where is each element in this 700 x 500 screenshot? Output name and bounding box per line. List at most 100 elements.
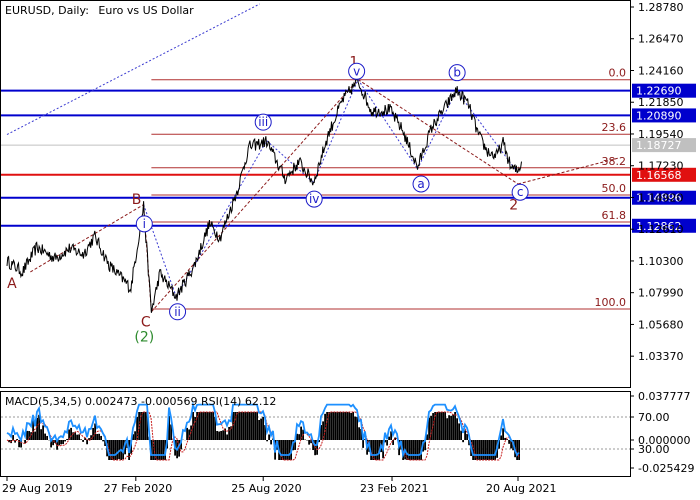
macd-bar <box>456 418 458 440</box>
macd-bar <box>242 412 244 440</box>
macd-bar <box>244 412 246 440</box>
macd-bar <box>46 435 48 440</box>
wave-circle-label: v <box>353 64 360 78</box>
macd-bar <box>64 440 66 442</box>
macd-bar <box>216 430 218 440</box>
macd-bar <box>248 412 250 440</box>
macd-bar <box>492 440 494 460</box>
macd-bar <box>450 415 452 440</box>
time-tick-label: 23 Feb 2021 <box>360 482 428 495</box>
macd-bar <box>298 434 300 440</box>
macd-bar <box>192 412 194 440</box>
macd-bar <box>356 416 358 440</box>
wave-circle-label: iii <box>258 115 268 129</box>
macd-bar <box>194 417 196 440</box>
macd-bar <box>110 440 112 460</box>
macd-bar <box>268 434 270 440</box>
macd-bar <box>418 440 420 460</box>
macd-bar <box>40 429 42 440</box>
level-price-label: 1.18727 <box>636 139 682 152</box>
time-tick-label: 27 Feb 2020 <box>104 482 172 495</box>
macd-bar <box>16 439 18 440</box>
macd-bar <box>410 440 412 460</box>
macd-bar <box>332 412 334 440</box>
macd-bar <box>58 440 60 446</box>
macd-bar <box>208 412 210 440</box>
wave-circle-label: ii <box>174 305 181 319</box>
macd-bar <box>158 440 160 460</box>
macd-bar <box>376 440 378 460</box>
macd-bar <box>252 412 254 440</box>
macd-bar <box>284 440 286 460</box>
macd-bar <box>202 412 204 440</box>
macd-bar <box>78 434 80 440</box>
macd-bar <box>508 440 510 444</box>
macd-bar <box>286 440 288 460</box>
macd-bar <box>452 414 454 440</box>
price-tick-label: 1.28780 <box>638 1 684 14</box>
macd-bar <box>464 430 466 440</box>
macd-bar <box>270 440 272 445</box>
macd-bar <box>218 431 220 440</box>
macd-bar <box>338 412 340 440</box>
macd-bar <box>502 428 504 440</box>
macd-bar <box>442 412 444 440</box>
macd-bar <box>392 440 394 445</box>
macd-bar <box>516 440 518 460</box>
wave-circle-label: i <box>143 217 146 231</box>
price-tick-label: 1.14920 <box>638 191 684 204</box>
macd-bar <box>336 412 338 440</box>
time-tick-label: 25 Aug 2020 <box>231 482 301 495</box>
macd-bar <box>288 440 290 460</box>
macd-bar <box>102 440 104 442</box>
indicator-title: MACD(5,34,5) 0.002473 -0.000569 RSI(14) … <box>5 395 276 408</box>
macd-bar <box>74 432 76 440</box>
indicator-tick-label: -0.025429 <box>638 462 694 475</box>
macd-bar <box>256 412 258 440</box>
macd-bar <box>342 412 344 440</box>
time-axis: 29 Aug 2019 27 Feb 2020 25 Aug 2020 23 Feb … <box>2 476 556 495</box>
price-tick-label: 1.17230 <box>638 160 684 173</box>
timeframe-label: Daily <box>58 4 86 17</box>
price-axis: 1.28780 1.26470 1.24160 1.21850 1.19540 1.172… <box>630 1 684 363</box>
fib-label: 50.0 <box>602 182 627 195</box>
macd-bar <box>114 440 116 460</box>
price-tick-label: 1.10300 <box>638 255 684 268</box>
macd-bar <box>448 415 450 440</box>
fib-label: 23.6 <box>602 121 627 134</box>
macd-bar <box>30 432 32 440</box>
macd-bar <box>440 412 442 440</box>
macd-bar <box>212 412 214 440</box>
macd-bar <box>160 440 162 460</box>
macd-bar <box>222 430 224 440</box>
macd-bar <box>500 435 502 440</box>
wave-label-green: (2) <box>134 330 154 346</box>
chart-title: EURUSD, Daily: Euro vs US Dollar <box>5 4 194 17</box>
macd-bar <box>44 433 46 440</box>
indicator-tick-label: 30.00 <box>638 443 670 456</box>
macd-bar <box>388 436 390 440</box>
price-tick-label: 1.07990 <box>638 287 684 300</box>
macd-bar <box>344 412 346 440</box>
macd-bar <box>134 431 136 440</box>
time-tick-label: 20 Aug 2021 <box>486 482 556 495</box>
macd-bar <box>416 440 418 460</box>
price-tick-label: 1.26470 <box>638 33 684 46</box>
macd-bar <box>462 440 464 443</box>
macd-bar <box>486 440 488 460</box>
price-tick-label: 1.05680 <box>638 318 684 331</box>
macd-bar <box>82 440 84 442</box>
macd-bar <box>518 440 520 460</box>
indicator-tick-label: 70.00 <box>638 411 670 424</box>
macd-bar <box>262 416 264 440</box>
macd-bar <box>60 440 62 445</box>
macd-bar <box>408 440 410 460</box>
macd-bar <box>362 440 364 448</box>
macd-bar <box>96 433 98 440</box>
macd-bar <box>42 425 44 440</box>
wave-circle-label: c <box>517 185 524 199</box>
wave-label: A <box>7 276 17 292</box>
indicator-tick-label: 0.037777 <box>638 390 691 403</box>
macd-bar <box>266 440 268 442</box>
macd-bar <box>478 440 480 460</box>
